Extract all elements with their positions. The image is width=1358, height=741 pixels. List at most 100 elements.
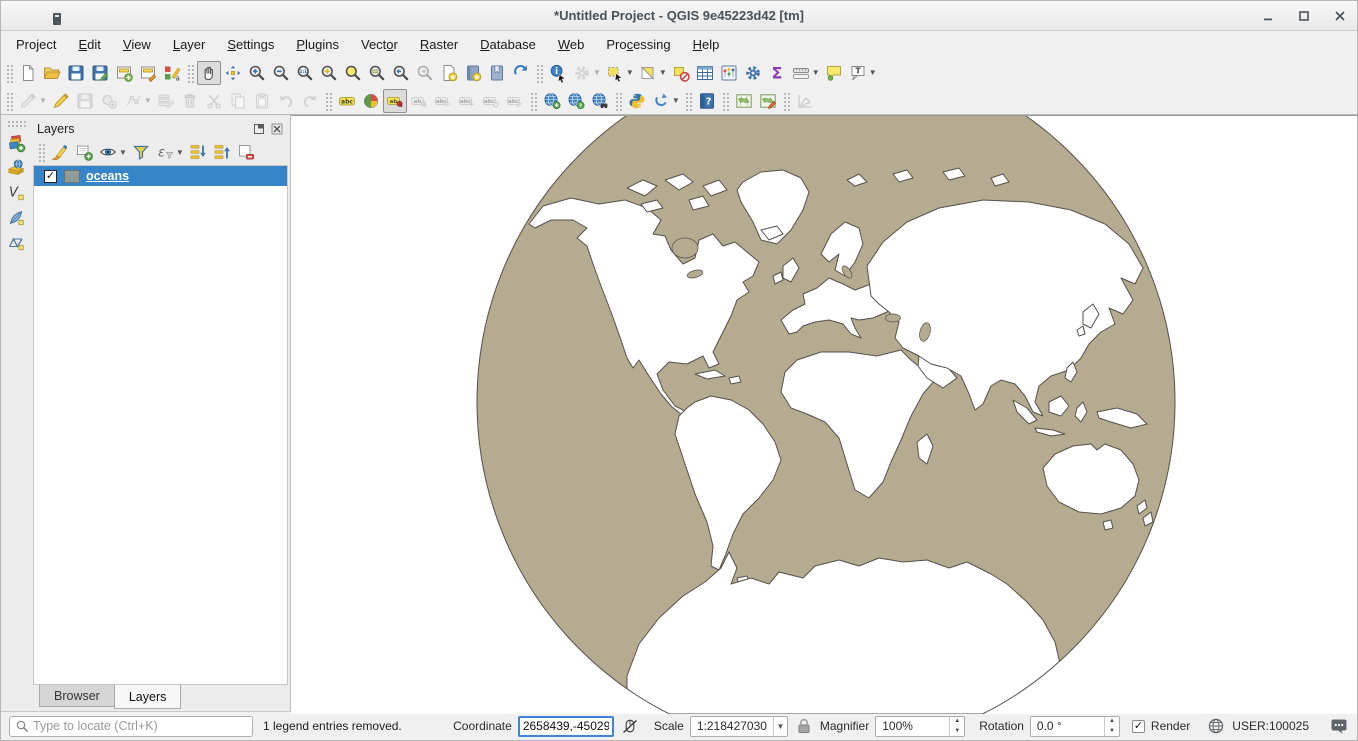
text-annotation-button[interactable]: T▼ (846, 61, 879, 85)
magnifier-spinbox[interactable]: 100% ▲▼ (875, 716, 965, 737)
collapse-all-button[interactable] (210, 141, 234, 163)
measure-line-button[interactable]: ▼ (789, 61, 822, 85)
menu-raster[interactable]: Raster (409, 33, 469, 56)
pan-to-selection-button[interactable] (221, 61, 245, 85)
map-svg[interactable] (291, 116, 1357, 714)
layer-list[interactable]: ✓oceans (33, 165, 288, 685)
delete-selected-button[interactable] (178, 89, 202, 113)
style-manager-button[interactable]: a (160, 61, 184, 85)
toolbar-handle[interactable] (37, 142, 45, 162)
layer-diagram-options-button[interactable] (359, 89, 383, 113)
show-layout-manager-button[interactable] (136, 61, 160, 85)
zoom-to-layer-button[interactable] (365, 61, 389, 85)
menu-project[interactable]: Project (5, 33, 67, 56)
quickmap-services-button[interactable] (732, 89, 756, 113)
open-data-source-manager-button[interactable] (4, 131, 28, 155)
georeferencer-button[interactable] (756, 89, 780, 113)
deselect-features-button[interactable] (669, 61, 693, 85)
chevron-down-icon[interactable]: ▼ (593, 68, 601, 77)
zoom-full-button[interactable] (317, 61, 341, 85)
save-layer-edits-button[interactable] (73, 89, 97, 113)
menu-web[interactable]: Web (547, 33, 596, 56)
modify-attributes-button[interactable] (154, 89, 178, 113)
chevron-down-icon[interactable]: ▼ (119, 148, 127, 157)
save-project-as-button[interactable] (88, 61, 112, 85)
toolbar-handle[interactable] (782, 91, 790, 111)
menu-settings[interactable]: Settings (216, 33, 285, 56)
messages-icon[interactable] (1329, 716, 1349, 736)
lock-scale-icon[interactable] (794, 716, 814, 736)
add-vector-layer-button[interactable]: V (4, 181, 28, 205)
mouse-position-toggle-icon[interactable] (620, 716, 640, 736)
save-project-button[interactable] (64, 61, 88, 85)
new-shapefile-layer-button[interactable] (4, 206, 28, 230)
tab-browser[interactable]: Browser (39, 685, 115, 707)
refresh-map-button[interactable] (509, 61, 533, 85)
layers-panel-titlebar[interactable]: Layers (33, 119, 288, 139)
zoom-next-button[interactable] (413, 61, 437, 85)
menu-processing[interactable]: Processing (595, 33, 681, 56)
filter-legend-button[interactable] (129, 141, 153, 163)
processing-toolbox-button[interactable] (741, 61, 765, 85)
redo-button[interactable] (298, 89, 322, 113)
chevron-down-icon[interactable]: ▼ (672, 96, 680, 105)
menu-layer[interactable]: Layer (162, 33, 217, 56)
show-map-tips-button[interactable] (822, 61, 846, 85)
toolbar-handle[interactable] (684, 91, 692, 111)
rotate-label-button[interactable]: abc (479, 89, 503, 113)
identify-features-button[interactable]: i (546, 61, 570, 85)
spin-down-icon[interactable]: ▼ (950, 726, 964, 736)
close-icon[interactable] (1333, 9, 1347, 23)
toolbar-handle[interactable] (5, 91, 13, 111)
toolbar-handle[interactable] (186, 63, 194, 83)
layer-name[interactable]: oceans (86, 169, 129, 183)
map-canvas[interactable] (291, 115, 1357, 711)
zoom-out-button[interactable] (269, 61, 293, 85)
toolbar-handle[interactable] (614, 91, 622, 111)
zoom-native-button[interactable]: 1:1 (293, 61, 317, 85)
spin-up-icon[interactable]: ▲ (950, 717, 964, 727)
web-service-new-button[interactable] (540, 89, 564, 113)
change-label-properties-button[interactable]: abc (503, 89, 527, 113)
spin-down-icon[interactable]: ▼ (1105, 726, 1119, 736)
pin-unpin-labels-button[interactable]: ab (407, 89, 431, 113)
menu-edit[interactable]: Edit (67, 33, 111, 56)
new-spatial-bookmark-button[interactable]: ★ (437, 61, 461, 85)
close-panel-icon[interactable] (270, 122, 284, 136)
expand-all-button[interactable] (186, 141, 210, 163)
zoom-to-selection-button[interactable] (341, 61, 365, 85)
scale-combo[interactable]: 1:218427030 ▼ (690, 716, 788, 737)
filter-legend-by-expression-button[interactable]: ε▼ (153, 141, 186, 163)
toolbar-handle[interactable] (535, 63, 543, 83)
locator-box[interactable] (9, 716, 253, 737)
coordinate-input[interactable] (518, 716, 614, 737)
render-checkbox[interactable]: ✓ (1132, 720, 1145, 733)
chevron-down-icon[interactable]: ▼ (869, 68, 877, 77)
show-hide-labels-button[interactable]: abc (431, 89, 455, 113)
toolbar-handle[interactable] (721, 91, 729, 111)
crs-globe-icon[interactable] (1206, 716, 1226, 736)
toolbar-handle[interactable] (6, 119, 26, 127)
run-feature-action-button[interactable]: ▼ (570, 61, 603, 85)
chevron-down-icon[interactable]: ▼ (144, 96, 152, 105)
zoom-last-button[interactable] (389, 61, 413, 85)
minimize-icon[interactable] (1261, 9, 1275, 23)
help-contents-button[interactable]: ? (695, 89, 719, 113)
manage-map-themes-button[interactable]: ▼ (96, 141, 129, 163)
toolbar-handle[interactable] (529, 91, 537, 111)
title-bar[interactable]: *Untitled Project - QGIS 9e45223d42 [tm] (1, 1, 1357, 31)
open-field-calculator-button[interactable] (717, 61, 741, 85)
menu-plugins[interactable]: Plugins (285, 33, 350, 56)
menu-help[interactable]: Help (682, 33, 731, 56)
move-label-button[interactable]: abc (455, 89, 479, 113)
profile-tool-button[interactable] (793, 89, 817, 113)
python-console-button[interactable] (625, 89, 649, 113)
crs-status[interactable]: USER:100025 (1232, 719, 1309, 733)
toggle-editing-button[interactable] (49, 89, 73, 113)
layer-symbol-swatch[interactable] (64, 170, 80, 183)
toolbar-handle[interactable] (5, 63, 13, 83)
menu-vector[interactable]: Vector (350, 33, 409, 56)
chevron-down-icon[interactable]: ▼ (39, 96, 47, 105)
add-group-button[interactable] (72, 141, 96, 163)
chevron-down-icon[interactable]: ▼ (773, 717, 787, 736)
